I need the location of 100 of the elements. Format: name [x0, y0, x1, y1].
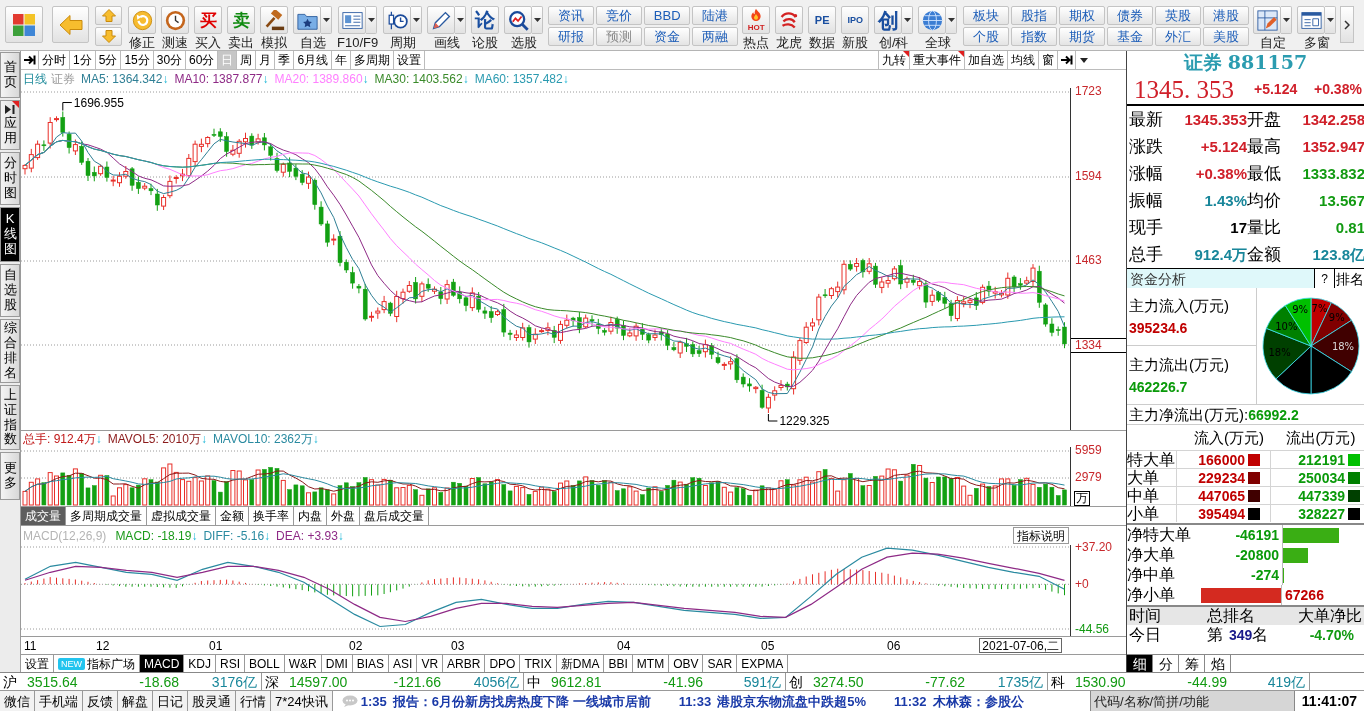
link-button[interactable]: 研报 — [548, 27, 595, 46]
home-button[interactable] — [5, 6, 43, 43]
link-button[interactable]: BBD — [644, 6, 691, 25]
toolbar-button[interactable]: 买 买入 — [194, 6, 222, 50]
status-link[interactable]: 行情 — [236, 691, 271, 711]
panel-tab[interactable]: 细 — [1127, 655, 1153, 672]
period-tab[interactable]: 年 — [332, 51, 352, 69]
grid-logo-icon — [13, 13, 35, 36]
dropdown-button[interactable] — [1075, 51, 1091, 69]
toolbar-button[interactable]: F10/F9 — [337, 6, 379, 50]
back-button[interactable] — [52, 6, 89, 43]
chart-tool-button[interactable]: 窗 — [1038, 51, 1057, 69]
index-name: 科 — [1050, 674, 1066, 689]
toolbar-button[interactable]: 龙虎 — [775, 6, 804, 50]
toolbar-button[interactable]: 全球 — [918, 6, 958, 50]
side-tab[interactable]: 分时图 — [0, 152, 20, 205]
link-button[interactable]: 基金 — [1107, 27, 1154, 46]
toolbar-button[interactable]: PE 数据 — [808, 6, 837, 50]
date-label: 05 — [761, 640, 775, 652]
status-link[interactable]: 手机端 — [35, 691, 83, 711]
down-button[interactable] — [95, 27, 122, 46]
help-button[interactable]: ? — [1314, 269, 1334, 288]
toolbar-button[interactable]: 多窗 — [1297, 6, 1337, 50]
period-tab[interactable]: 60分 — [186, 51, 219, 69]
toolbar-button[interactable]: 创 创/科 — [874, 6, 914, 50]
link-button[interactable]: 英股 — [1155, 6, 1202, 25]
price-change: +5.124 — [1254, 82, 1299, 96]
toolbar-button[interactable]: 修正 — [128, 6, 156, 50]
toolbar-button[interactable]: HOT 热点 — [742, 6, 771, 50]
toolbar-button[interactable]: 论 论股 — [471, 6, 500, 50]
arrow-to-bar-icon — [1060, 54, 1073, 66]
toolbar-button[interactable]: 卖 卖出 — [227, 6, 255, 50]
link-button[interactable]: 板块 — [963, 6, 1010, 25]
new-badge: NEW — [58, 657, 85, 670]
period-tab[interactable]: 多周期 — [351, 51, 395, 69]
rank-button[interactable]: 排名 — [1334, 269, 1364, 288]
link-button[interactable]: 债券 — [1107, 6, 1154, 25]
news-link[interactable]: 11:33 港股京东物流盘中跌超5% — [678, 694, 866, 708]
chart-tool-button[interactable]: 加自选 — [964, 51, 1007, 69]
toolbar-button[interactable]: 模拟 — [260, 6, 288, 50]
period-tab[interactable]: 周 — [237, 51, 257, 69]
status-link[interactable]: 7*24快讯 — [271, 691, 333, 711]
toolbar-button[interactable]: 周期 — [383, 6, 423, 50]
link-button[interactable]: 期货 — [1059, 27, 1106, 46]
period-tab[interactable]: 设置 — [394, 51, 426, 69]
side-tab[interactable]: 自选股 — [0, 264, 20, 317]
link-button[interactable]: 两融 — [692, 27, 739, 46]
link-button[interactable]: 陆港 — [692, 6, 739, 25]
news-link[interactable]: 11:32 木林森：参股公 — [893, 694, 1024, 708]
toolbar-button[interactable]: 选股 — [504, 6, 544, 50]
side-tab[interactable]: 更多 — [0, 452, 20, 500]
trend-arrow: ↓ — [162, 73, 169, 85]
period-tab[interactable]: 季 — [275, 51, 295, 69]
clock-icon — [161, 6, 189, 34]
axis-label: 2979 — [1075, 471, 1102, 484]
toolbar-button[interactable]: 画线 — [427, 6, 467, 50]
news-link[interactable]: 1:35 报告：6月份新房找房热度下降 一线城市居前 — [360, 694, 651, 708]
side-tab[interactable]: 综合排名 — [0, 319, 20, 383]
link-button[interactable]: 资讯 — [548, 6, 595, 25]
net-value: -20800 — [1235, 548, 1279, 562]
status-link[interactable]: 日记 — [153, 691, 188, 711]
status-link[interactable]: 解盘 — [118, 691, 153, 711]
status-link[interactable]: 反馈 — [83, 691, 118, 711]
link-button[interactable]: 指数 — [1011, 27, 1058, 46]
link-button[interactable]: 股指 — [1011, 6, 1058, 25]
chart-tool-button[interactable]: 均线 — [1007, 51, 1038, 69]
period-tab[interactable]: 分时 — [39, 51, 70, 69]
period-tab[interactable]: 1分 — [70, 51, 96, 69]
news-time: 1:35 — [360, 694, 387, 708]
link-button[interactable]: 竞价 — [596, 6, 643, 25]
up-button[interactable] — [95, 6, 122, 25]
link-button[interactable]: 港股 — [1203, 6, 1250, 25]
status-link[interactable]: 微信 — [0, 691, 35, 711]
toolbar-button[interactable]: 自定 — [1253, 6, 1293, 50]
link-button[interactable]: 外汇 — [1155, 27, 1202, 46]
more-button[interactable] — [1340, 6, 1355, 43]
row-label: 小单 — [1127, 505, 1177, 522]
side-tab[interactable]: 应用 — [0, 100, 20, 150]
indicator-tab[interactable]: MACD — [140, 655, 185, 672]
search-field[interactable]: 代码/名称/简拼/功能 — [1090, 691, 1294, 711]
pencil-icon — [427, 6, 456, 34]
chart-tool-button[interactable]: 重大事件 — [909, 51, 964, 69]
link-button[interactable]: 资金 — [644, 27, 691, 46]
toolbar-button[interactable]: 自选 — [293, 6, 332, 50]
status-link[interactable]: 股灵通 — [188, 691, 236, 711]
quote-label: 最低 — [1247, 165, 1282, 182]
index-change: -44.99 — [1186, 674, 1227, 689]
side-tab[interactable]: K线图 — [0, 207, 20, 262]
toolbar-button[interactable]: IPO 新股 — [841, 6, 870, 50]
side-tab[interactable]: 首页 — [0, 52, 20, 98]
period-tab[interactable]: 月 — [256, 51, 276, 69]
collapse-button[interactable] — [1057, 51, 1075, 69]
toolbar-button[interactable]: 测速 — [161, 6, 189, 50]
indicator-help-button[interactable]: 指标说明 — [1013, 527, 1069, 544]
chart-tool-button[interactable]: 九转 — [878, 51, 909, 69]
link-button[interactable]: 个股 — [963, 27, 1010, 46]
side-tab[interactable]: 上证指数 — [0, 385, 20, 450]
link-button[interactable]: 期权 — [1059, 6, 1106, 25]
volume-tab[interactable]: 成交量 — [21, 507, 66, 525]
link-button[interactable]: 美股 — [1203, 27, 1250, 46]
